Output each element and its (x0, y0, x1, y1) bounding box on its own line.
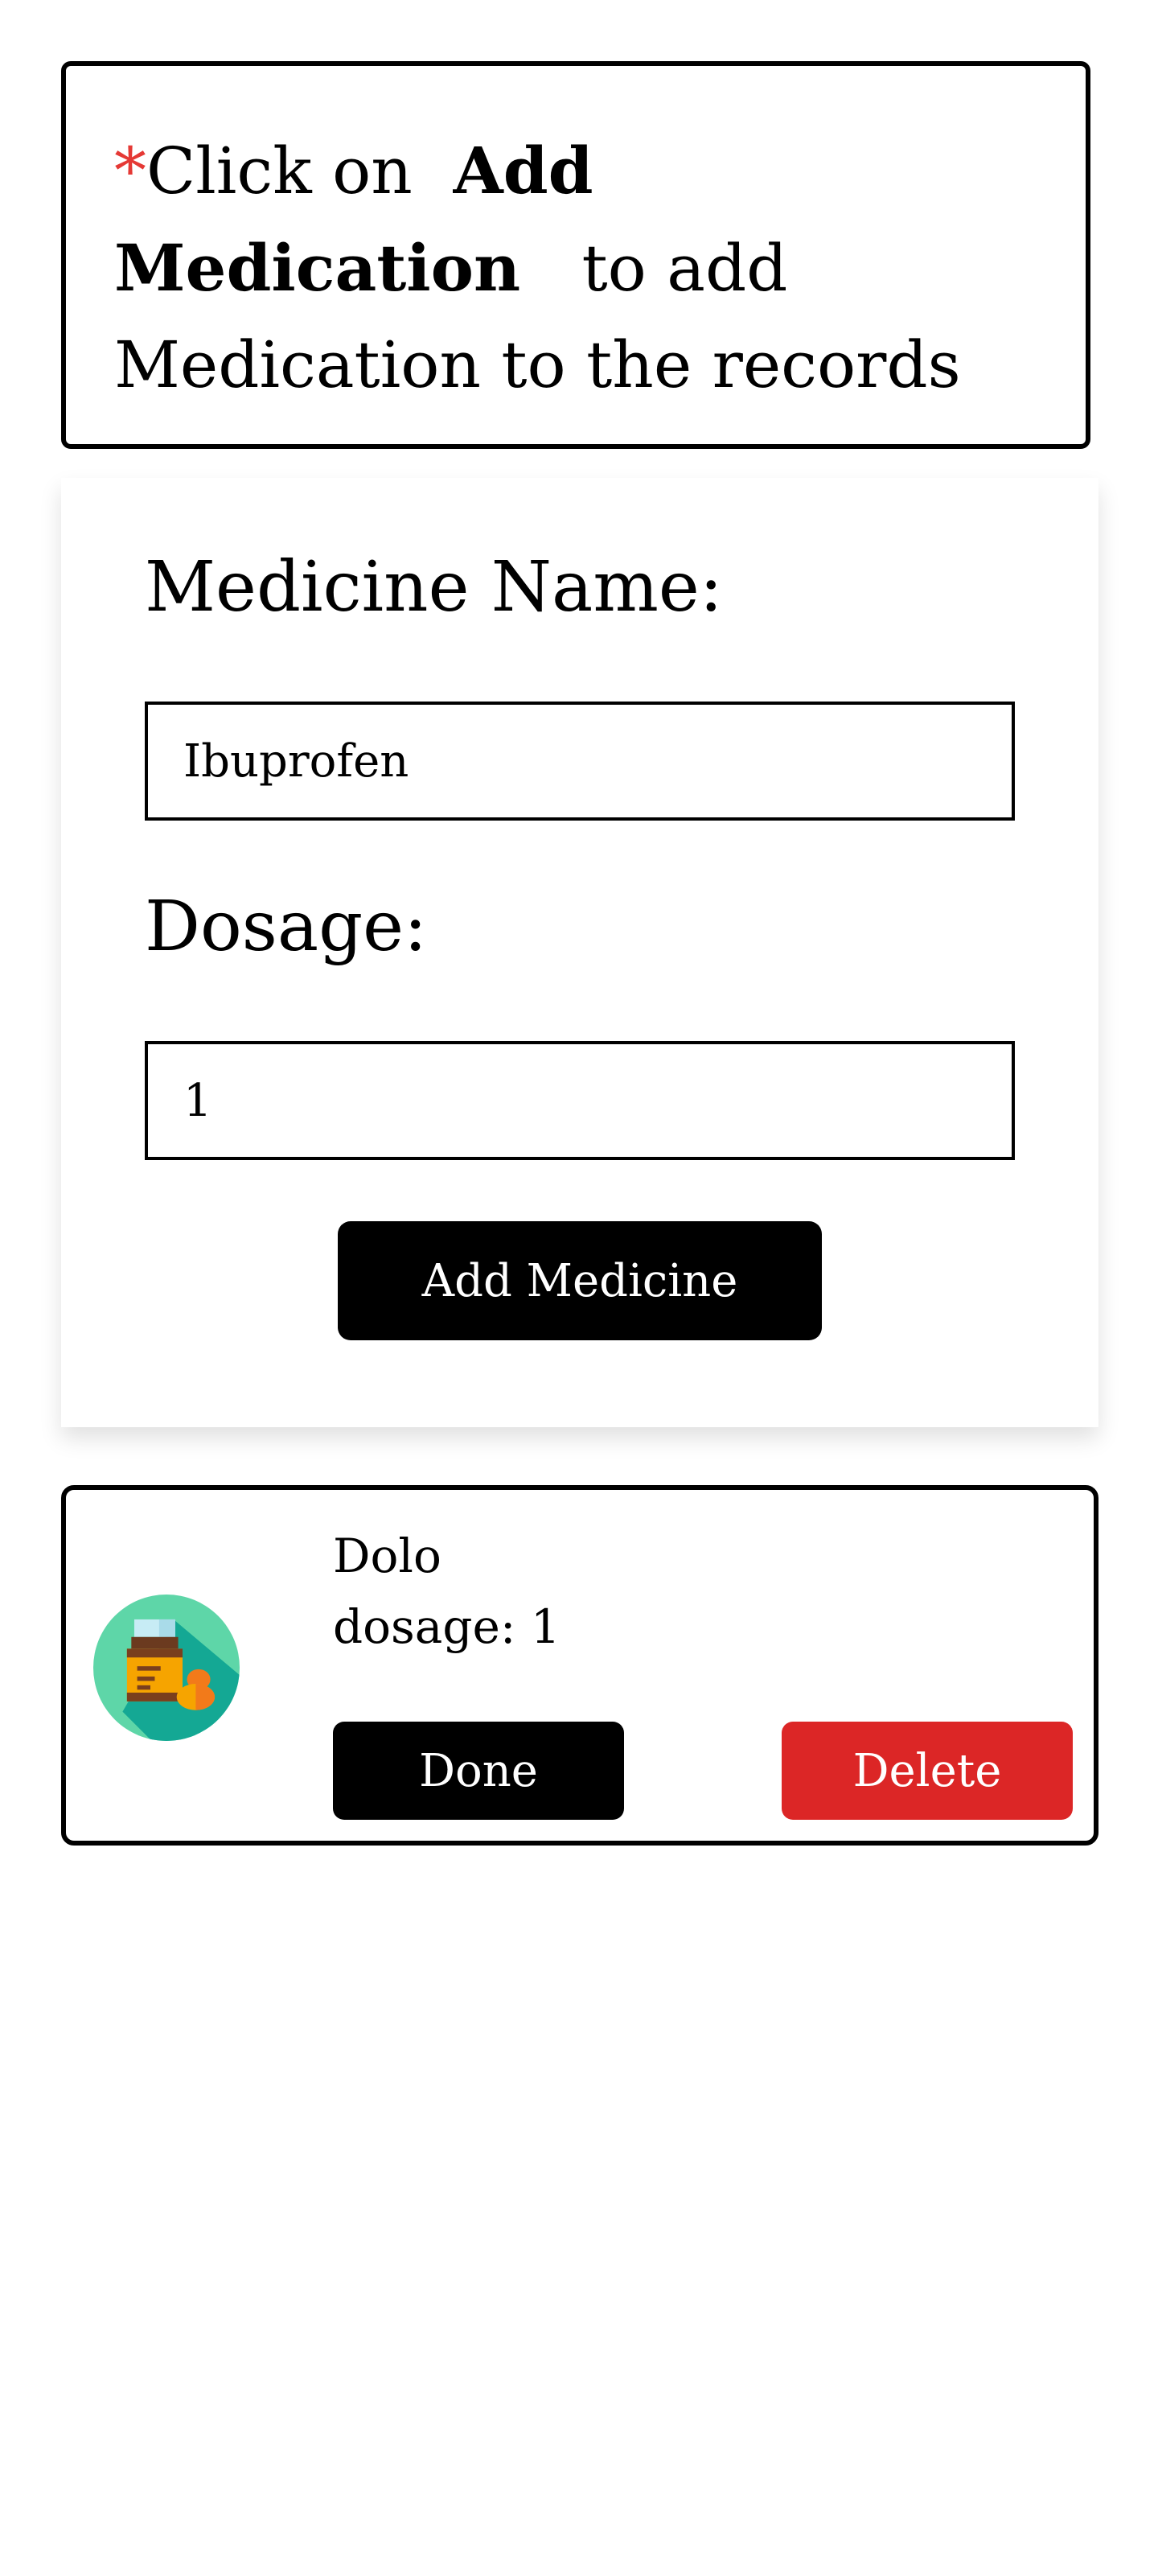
notice-text-before: Click on (146, 134, 413, 208)
medication-dosage: dosage: 1 (333, 1599, 561, 1654)
required-asterisk: * (114, 134, 146, 208)
instruction-notice: *Click on Add Medication to add Medicati… (61, 61, 1090, 449)
medicine-name-label: Medicine Name: (145, 547, 723, 628)
dosage-label: Dosage: (145, 887, 428, 967)
done-button[interactable]: Done (333, 1722, 624, 1820)
medication-name: Dolo (333, 1529, 441, 1583)
add-medicine-form: Medicine Name: Dosage: Add Medicine (61, 478, 1098, 1427)
delete-button[interactable]: Delete (782, 1722, 1073, 1820)
dosage-input[interactable] (145, 1041, 1015, 1160)
medicine-name-input[interactable] (145, 702, 1015, 821)
medication-card: Dolo dosage: 1 Done Delete (61, 1485, 1098, 1846)
medicine-bottle-icon (93, 1595, 240, 1741)
add-medicine-button[interactable]: Add Medicine (338, 1221, 822, 1340)
